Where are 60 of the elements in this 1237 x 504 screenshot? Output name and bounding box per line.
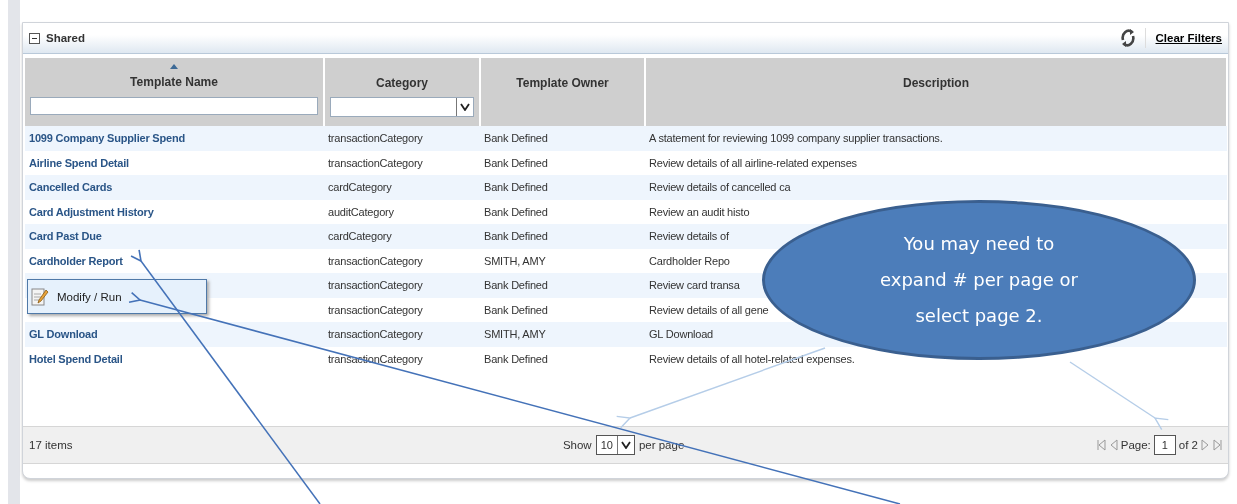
category-cell: transactionCategory [328,156,423,169]
owner-cell: Bank Defined [484,132,548,145]
description-cell: Review an audit histo [649,205,750,218]
owner-cell: Bank Defined [484,156,548,169]
owner-cell: Bank Defined [484,205,548,218]
template-name-filter-field[interactable] [30,97,318,115]
item-count: 17 items [29,439,73,451]
owner-cell: Bank Defined [484,230,548,243]
owner-cell: Bank Defined [484,181,548,194]
category-cell: transactionCategory [328,254,423,267]
description-cell: Review card transa [649,279,740,292]
column-header[interactable]: Description [903,76,969,90]
column-header[interactable]: Template Owner [516,76,609,90]
page-total: of 2 [1178,439,1198,451]
description-cell: Review details of all airline-related expenses [649,156,857,169]
column-header[interactable]: Template Name [130,75,218,89]
last-page-icon[interactable] [1213,439,1222,451]
category-cell: transactionCategory [328,328,423,341]
page-label: Page: [1120,439,1151,451]
template-name-link[interactable]: Hotel Spend Detail [29,352,123,365]
description-cell: GL Download [649,328,714,341]
template-name-link[interactable]: Cardholder Report [29,254,123,267]
category-cell: transactionCategory [328,279,423,292]
modify-run-menu-item[interactable]: Modify / Run [28,280,128,313]
column-header[interactable]: Category [376,76,428,90]
description-cell: Review details of [649,230,729,243]
notepad-pencil-icon [31,286,49,307]
description-cell: Review details of cancelled ca [649,181,791,194]
owner-cell: Bank Defined [484,279,548,292]
template-name-link[interactable]: Card Past Due [29,230,102,243]
refresh-icon[interactable] [1120,28,1135,48]
per-page-select[interactable]: 10 [595,435,635,455]
category-cell: auditCategory [328,205,394,218]
template-name-link[interactable]: GL Download [29,328,98,341]
description-cell: Cardholder Repo [649,254,730,267]
next-page-icon[interactable] [1201,439,1210,451]
owner-cell: SMITH, AMY [484,328,546,341]
template-name-link[interactable]: Card Adjustment History [29,205,154,218]
template-name-link[interactable]: Airline Spend Detail [29,156,129,169]
dropdown-caret-icon [460,103,470,111]
category-cell: transactionCategory [328,303,423,316]
description-cell: Review details of all hotel-related expenses. [649,352,855,365]
dropdown-caret-icon [620,441,631,449]
page-number-field[interactable]: 1 [1153,435,1176,455]
description-cell: A statement for reviewing 1099 company supplier transactions. [649,132,943,145]
owner-cell: SMITH, AMY [484,254,546,267]
clear-filters-link[interactable]: Clear Filters [1155,32,1222,44]
collapse-toggle-icon[interactable] [29,32,40,44]
category-cell: cardCategory [328,230,392,243]
description-cell: Review details of all gene [649,303,769,316]
category-filter-select[interactable] [330,97,474,117]
first-page-icon[interactable] [1096,439,1106,451]
template-name-link[interactable]: Cancelled Cards [29,181,113,194]
previous-page-icon[interactable] [1108,439,1118,451]
show-label: Show [562,439,592,451]
panel-title: Shared [46,32,86,44]
owner-cell: Bank Defined [484,352,548,365]
category-cell: transactionCategory [328,132,423,145]
owner-cell: Bank Defined [484,303,548,316]
category-cell: cardCategory [328,181,392,194]
